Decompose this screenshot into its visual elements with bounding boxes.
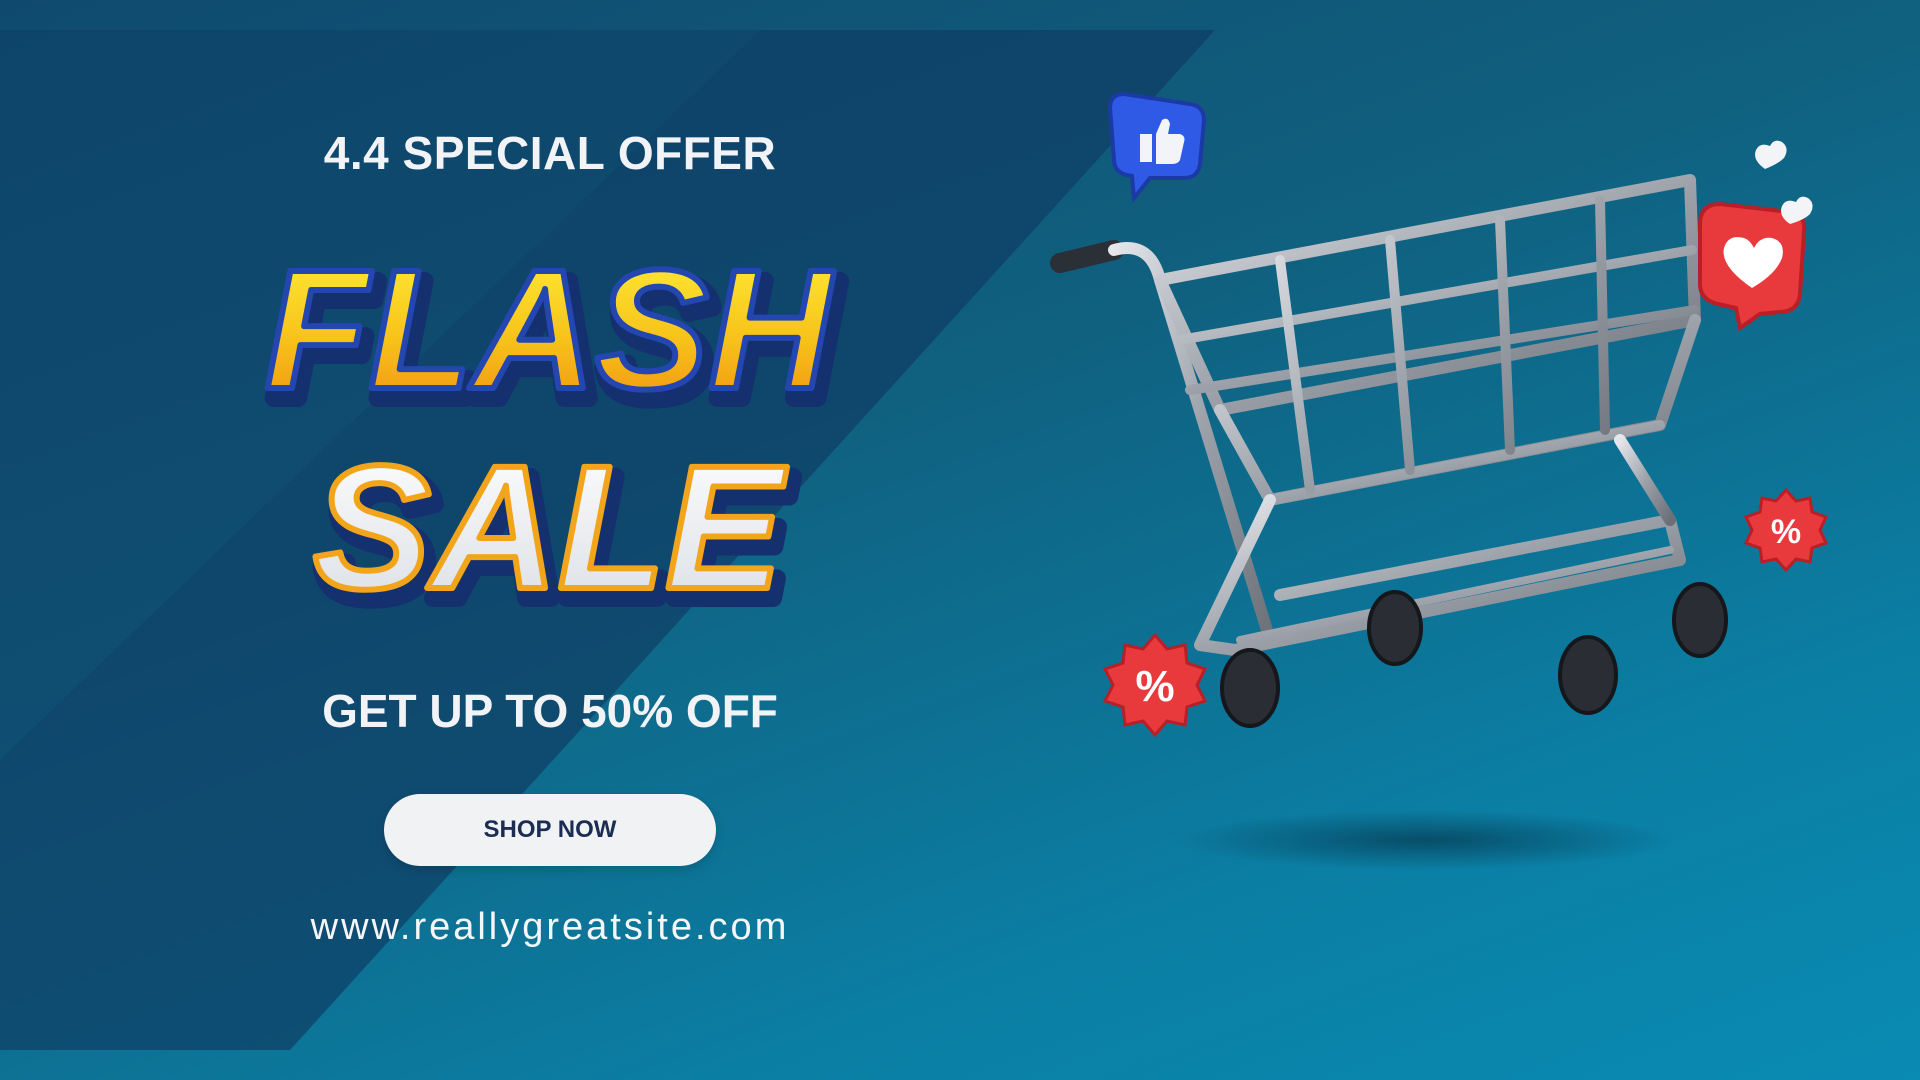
- sale-word: SALE: [313, 430, 787, 626]
- promo-text-column: 4.4 SPECIAL OFFER FLASH FLASH SALE SALE …: [0, 0, 1100, 1080]
- website-url: www.reallygreatsite.com: [310, 906, 790, 948]
- shop-now-button[interactable]: SHOP NOW: [384, 794, 716, 866]
- percent-badge-icon: %: [1102, 632, 1208, 738]
- percent-symbol: %: [1135, 662, 1174, 711]
- shopping-cart-icon: [1050, 174, 1701, 656]
- discount-offer-text: GET UP TO 50% OFF: [322, 685, 778, 737]
- heart-icon: [1698, 140, 1813, 332]
- cart-shadow: [1175, 810, 1675, 870]
- flash-word: FLASH: [265, 235, 835, 425]
- thumbs-up-icon: [1107, 91, 1207, 204]
- percent-symbol: %: [1771, 513, 1801, 551]
- percent-badge-icon: %: [1743, 487, 1829, 573]
- special-offer-eyebrow: 4.4 SPECIAL OFFER: [323, 127, 777, 179]
- flash-sale-headline: FLASH FLASH SALE SALE: [262, 232, 850, 640]
- shopping-cart-illustration: % %: [1050, 91, 1829, 870]
